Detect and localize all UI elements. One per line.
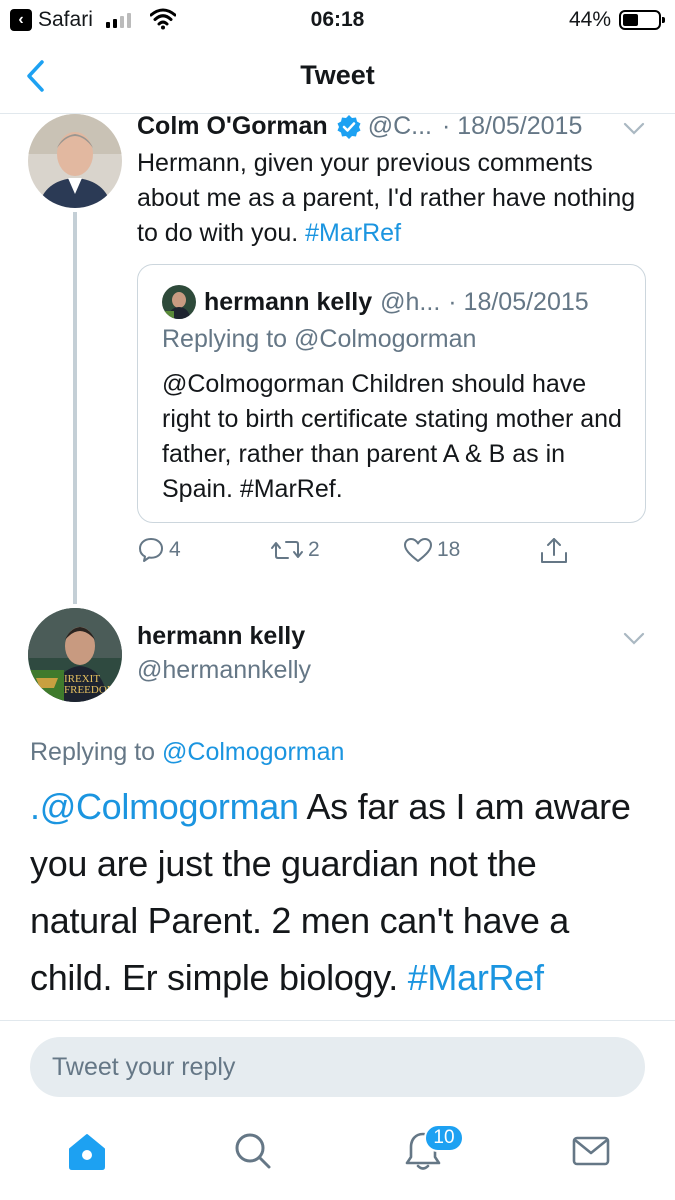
embedded-date: · 18/05/2015 bbox=[448, 287, 589, 316]
reply-input[interactable] bbox=[30, 1037, 645, 1097]
tweet-date: · 18/05/2015 bbox=[441, 112, 583, 140]
retweet-count: 2 bbox=[308, 538, 320, 561]
author-name[interactable]: Colm O'Gorman bbox=[137, 112, 328, 141]
tab-bar bbox=[0, 1112, 675, 1200]
embedded-author-name: hermann kelly bbox=[204, 287, 373, 316]
tweet-actions: 4 2 18 bbox=[137, 536, 577, 570]
reply-count: 4 bbox=[169, 538, 181, 561]
chevron-down-icon[interactable] bbox=[623, 122, 645, 136]
like-count: 18 bbox=[437, 538, 461, 561]
home-icon bbox=[69, 1134, 105, 1170]
main-tweet-text: .@Colmogorman As far as I am aware you a… bbox=[30, 778, 650, 1006]
hashtag-link[interactable]: #MarRef bbox=[305, 219, 401, 247]
battery-percent: 44% bbox=[568, 8, 611, 31]
notifications-badge: 10 bbox=[424, 1124, 464, 1152]
envelope-icon bbox=[572, 1136, 610, 1166]
retweet-icon bbox=[271, 541, 303, 559]
reply-action[interactable]: 4 bbox=[137, 536, 181, 564]
page-title: Tweet bbox=[300, 60, 375, 90]
embedded-replying-to: Replying to @Colmogorman bbox=[162, 325, 477, 353]
mention-link[interactable]: .@Colmogorman bbox=[30, 786, 299, 827]
replying-to-prefix: Replying to bbox=[30, 738, 163, 766]
divider bbox=[0, 1020, 675, 1021]
author-handle[interactable]: @C... bbox=[368, 112, 432, 141]
embedded-quote-header: hermann kelly @h... · 18/05/2015 bbox=[162, 285, 589, 319]
tab-messages[interactable] bbox=[566, 1126, 616, 1176]
hermann-small-avatar bbox=[162, 285, 196, 319]
heart-icon bbox=[404, 538, 432, 562]
embedded-tweet-text: @Colmogorman Children should have right … bbox=[162, 370, 622, 503]
tab-home[interactable] bbox=[62, 1126, 112, 1176]
share-action[interactable] bbox=[539, 536, 569, 566]
hermann-avatar[interactable]: IREXIT FREEDOM bbox=[28, 608, 122, 702]
battery-level bbox=[623, 14, 638, 26]
thread-line bbox=[73, 212, 77, 604]
hashtag-link[interactable]: #MarRef bbox=[408, 957, 544, 998]
main-author-handle[interactable]: @hermannkelly bbox=[137, 656, 311, 685]
replying-to-handle-link[interactable]: @Colmogorman bbox=[162, 738, 344, 766]
avatar-caption: IREXIT FREEDOM bbox=[64, 673, 117, 696]
quoted-tweet-header: Colm O'Gorman @C... · 18/05/2015 bbox=[137, 112, 582, 141]
status-bar: ‹ Safari 06:18 44% bbox=[0, 0, 675, 40]
colm-avatar[interactable] bbox=[28, 114, 122, 208]
verified-badge-icon bbox=[337, 114, 361, 139]
chevron-down-icon[interactable] bbox=[623, 632, 645, 646]
search-icon bbox=[235, 1133, 271, 1169]
reply-icon bbox=[139, 538, 163, 562]
embedded-quote-card[interactable]: hermann kelly @h... · 18/05/2015 Replyin… bbox=[137, 264, 646, 523]
embedded-author-handle: @h... bbox=[380, 287, 441, 316]
tab-search[interactable] bbox=[228, 1126, 278, 1176]
quoted-tweet-text: Hermann, given your previous comments ab… bbox=[137, 146, 657, 251]
retweet-action[interactable]: 2 bbox=[270, 536, 320, 564]
like-action[interactable]: 18 bbox=[403, 536, 460, 564]
replying-to: Replying to @Colmogorman bbox=[30, 738, 344, 767]
main-author-name[interactable]: hermann kelly bbox=[137, 622, 305, 651]
battery-icon bbox=[619, 10, 665, 30]
share-icon bbox=[541, 538, 567, 563]
navigation-bar: Tweet bbox=[0, 40, 675, 114]
